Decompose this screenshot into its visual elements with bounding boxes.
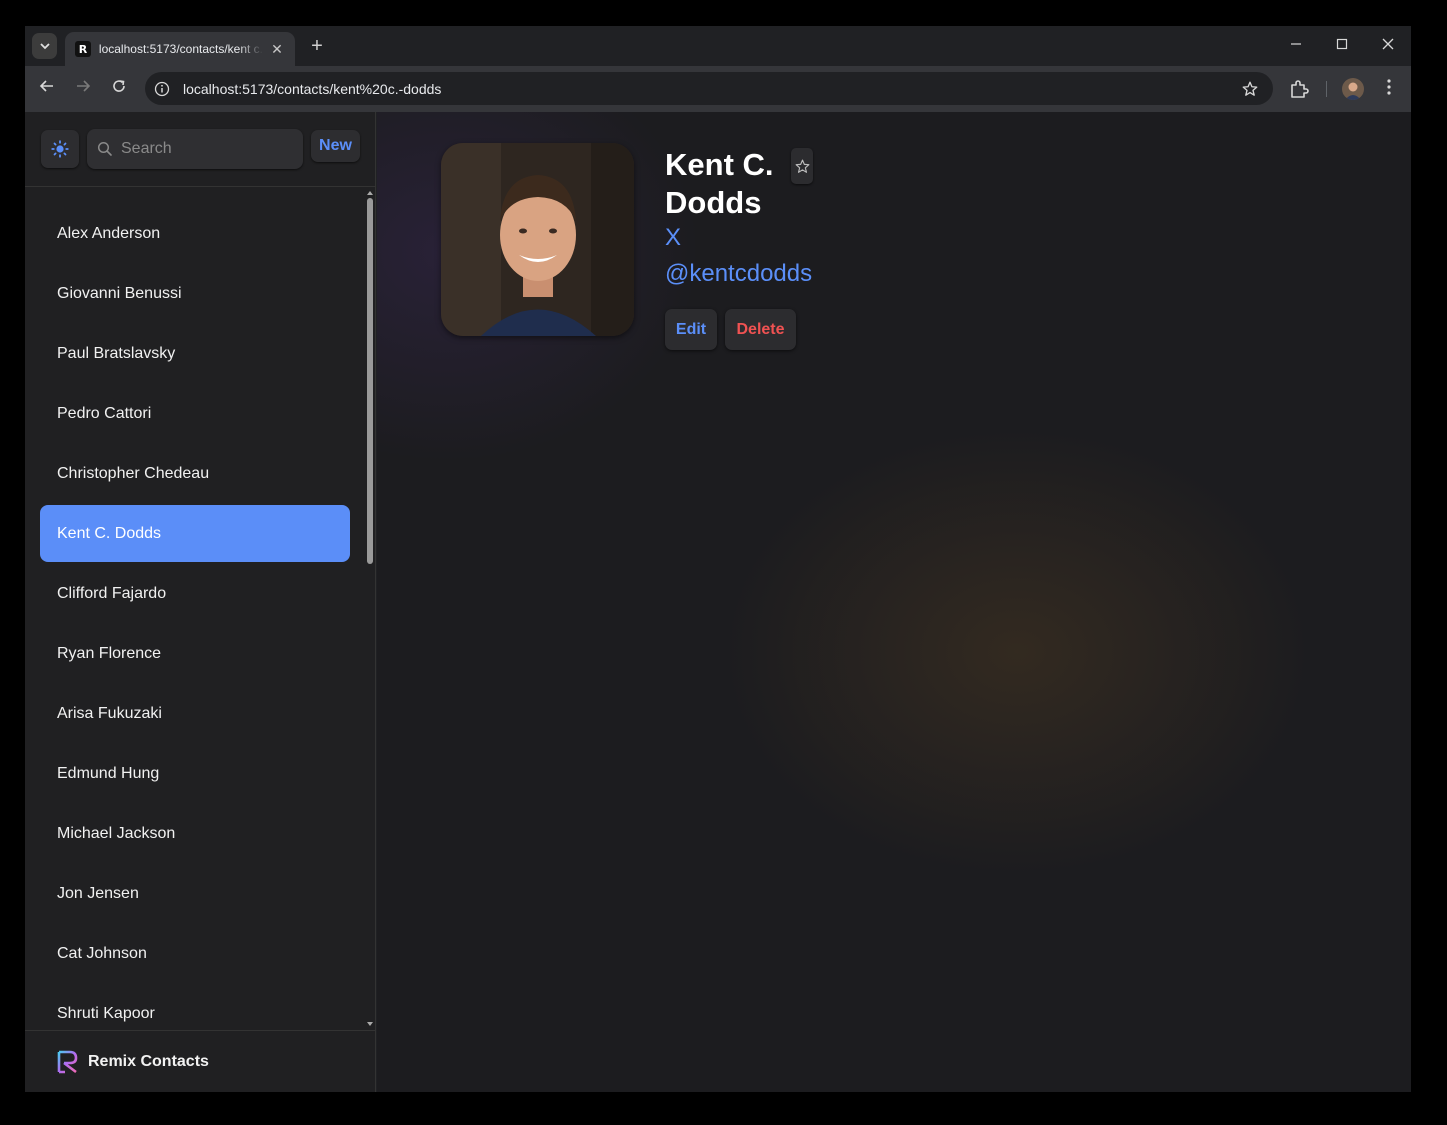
close-window-button[interactable] [1373,34,1403,58]
contact-item[interactable]: Christopher Chedeau [40,445,350,502]
close-tab-icon[interactable]: ✕ [269,41,285,58]
favorite-button[interactable] [791,148,813,184]
minimize-button[interactable] [1281,34,1311,58]
profile-avatar[interactable] [1342,78,1364,100]
forward-button[interactable] [71,77,95,101]
new-contact-button[interactable]: New [311,130,360,162]
contact-item-active[interactable]: Kent C. Dodds [40,505,350,562]
star-icon [795,159,809,173]
contact-item[interactable]: Ryan Florence [40,625,350,682]
contact-item[interactable]: Pedro Cattori [40,385,350,442]
scroll-down-arrow-icon[interactable] [367,1022,373,1026]
extensions-button[interactable] [1287,77,1311,101]
contact-item[interactable]: Alex Anderson [40,205,350,262]
contact-item[interactable]: Paul Bratslavsky [40,325,350,382]
sidebar: New Alex Anderson Giovanni Benussi Paul … [25,112,376,1092]
sidebar-footer: Remix Contacts [25,1030,376,1092]
contact-item[interactable]: Michael Jackson [40,805,350,862]
tab-search-button[interactable] [32,33,57,59]
contact-avatar [441,143,634,336]
contact-item[interactable]: Arisa Fukuzaki [40,685,350,742]
sun-icon [51,140,69,158]
back-button[interactable] [35,77,59,101]
browser-window: R localhost:5173/contacts/kent c.-dodds … [25,26,1411,1092]
close-icon [1382,38,1394,50]
sidebar-header: New [25,112,376,187]
site-info-button[interactable] [151,78,173,100]
search-icon [97,141,112,156]
social-handle-link[interactable]: @kentcdodds [665,260,812,288]
browser-tab[interactable]: R localhost:5173/contacts/kent c.-dodds … [65,32,295,66]
edit-button[interactable]: Edit [665,309,717,350]
chevron-down-icon [39,42,50,49]
contact-item[interactable]: Edmund Hung [40,745,350,802]
page-viewport: New Alex Anderson Giovanni Benussi Paul … [25,112,1411,1092]
back-arrow-icon [39,80,53,92]
remix-logo-icon [57,1050,78,1073]
forward-arrow-icon [77,80,91,92]
sidebar-scrollbar[interactable] [364,188,376,1030]
info-icon [154,81,170,96]
contact-item[interactable]: Cat Johnson [40,925,350,982]
contact-detail: Kent C. Dodds X @kentcdodds Edit Delete [377,112,1411,1092]
search-input[interactable] [121,140,291,158]
reload-button[interactable] [107,77,131,101]
contact-item[interactable]: Clifford Fajardo [40,565,350,622]
search-box[interactable] [87,129,303,169]
address-bar[interactable]: localhost:5173/contacts/kent%20c.-dodds [145,72,1273,105]
bookmark-star-icon[interactable] [1237,76,1263,102]
reload-icon [113,80,125,92]
theme-toggle-button[interactable] [41,130,79,168]
tab-title: localhost:5173/contacts/kent c.-dodds [98,42,264,56]
toolbar-separator [1326,81,1327,97]
remix-favicon-icon: R [75,41,91,57]
browser-menu-button[interactable] [1377,77,1401,101]
contact-list: Alex Anderson Giovanni Benussi Paul Brat… [25,188,376,1030]
browser-toolbar: localhost:5173/contacts/kent%20c.-dodds [25,66,1411,112]
contact-item[interactable]: Jon Jensen [40,865,350,922]
social-network-link[interactable]: X [665,224,681,252]
brand-name: Remix Contacts [88,1052,209,1070]
url-text[interactable]: localhost:5173/contacts/kent%20c.-dodds [183,81,1237,97]
scroll-up-arrow-icon[interactable] [367,191,373,195]
minimize-icon [1291,43,1301,45]
contact-item[interactable]: Shruti Kapoor [40,985,350,1030]
scrollbar-thumb[interactable] [367,198,373,564]
maximize-icon [1336,38,1348,50]
delete-button[interactable]: Delete [725,309,796,350]
contact-item[interactable]: Giovanni Benussi [40,265,350,322]
tab-strip: R localhost:5173/contacts/kent c.-dodds … [25,26,1411,66]
maximize-button[interactable] [1327,34,1357,58]
puzzle-icon [1291,80,1309,98]
kebab-menu-icon [1387,79,1391,95]
contact-name: Kent C. Dodds [665,147,774,220]
new-tab-button[interactable]: + [307,35,327,57]
